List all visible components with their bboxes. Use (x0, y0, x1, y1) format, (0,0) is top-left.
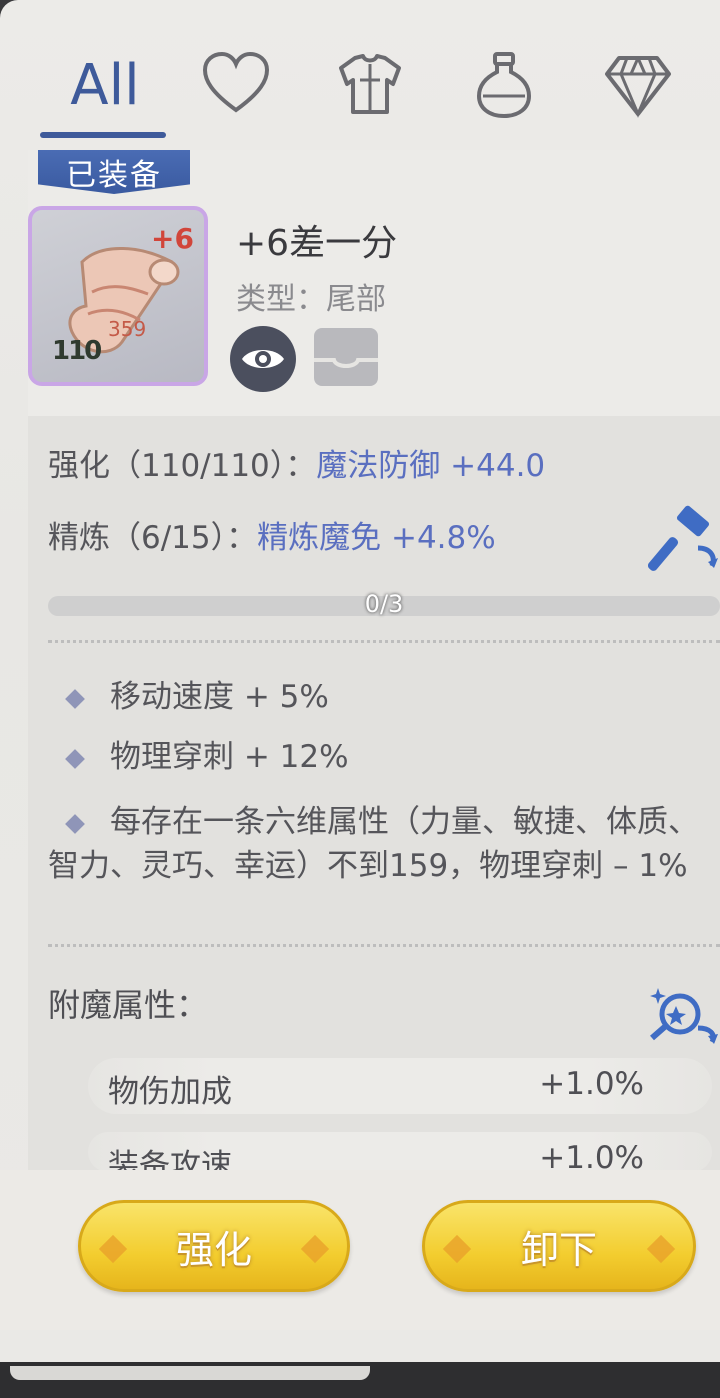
preview-button[interactable] (230, 326, 296, 392)
button-ornament (98, 1234, 128, 1264)
bottom-lip (10, 1366, 370, 1380)
eye-icon (242, 350, 284, 368)
enchant-row: 装备攻速 +1.0% (88, 1132, 712, 1172)
enchant-magic-icon[interactable] (646, 980, 720, 1046)
diamond-icon (605, 56, 671, 118)
effect-text: 移动速度 + 5% (110, 679, 329, 715)
strengthen-button[interactable]: 强化 (78, 1200, 350, 1292)
enchant-name: 装备攻速 (108, 1148, 232, 1172)
effect-item: 移动速度 + 5% (48, 674, 329, 720)
strengthen-stat: 强化（110/110）：魔法防御 +44.0 (48, 440, 545, 485)
strengthen-button-label: 强化 (175, 1227, 252, 1272)
button-ornament (646, 1234, 676, 1264)
enchant-value: +1.0% (539, 1066, 644, 1102)
enchant-name: 物伤加成 (108, 1074, 232, 1110)
enchant-row: 物伤加成 +1.0% (88, 1058, 712, 1114)
divider (48, 640, 720, 643)
item-type: 类型：尾部 (236, 282, 386, 317)
enchant-value: +1.0% (539, 1140, 644, 1172)
tab-all[interactable]: All (40, 40, 170, 130)
refine-progress-text: 0/3 (364, 590, 404, 618)
refine-hammer-icon[interactable] (648, 504, 720, 576)
enchant-title: 附魔属性： (48, 986, 209, 1024)
effect-item: 每存在一条六维属性（力量、敏捷、体质、智力、灵巧、幸运）不到159，物理穿刺 –… (48, 800, 716, 888)
unequip-button-label: 卸下 (520, 1227, 597, 1272)
armor-icon (339, 54, 401, 114)
tab-diamond[interactable] (600, 40, 676, 130)
effect-item: 物理穿刺 + 12% (48, 734, 349, 780)
refine-label: 精炼（6/15）： (48, 520, 258, 556)
tab-potion[interactable] (466, 40, 542, 130)
tab-heart[interactable] (198, 40, 274, 130)
tab-all-label: All (70, 52, 140, 118)
tab-bar: All (0, 0, 720, 140)
refine-progress-bar: 0/3 (48, 590, 720, 618)
svg-text:359: 359 (108, 317, 146, 341)
strengthen-value: 魔法防御 +44.0 (316, 448, 546, 484)
bullet-diamond-icon (65, 813, 85, 834)
refine-value: 精炼魔免 +4.8% (257, 520, 496, 556)
button-ornament (442, 1234, 472, 1264)
tab-armor[interactable] (332, 40, 408, 130)
strengthen-label: 强化（110/110）： (48, 448, 317, 484)
storage-box-icon[interactable] (312, 326, 380, 388)
unequip-button[interactable]: 卸下 (422, 1200, 696, 1292)
potion-icon (476, 52, 532, 119)
divider (48, 944, 720, 947)
item-enhance-level: +6 (151, 222, 194, 255)
item-slot[interactable]: 359 +6 110 (28, 206, 208, 386)
refine-stat: 精炼（6/15）：精炼魔免 +4.8% (48, 512, 496, 557)
item-name: +6差一分 (236, 223, 398, 264)
heart-icon (202, 51, 270, 113)
bullet-diamond-icon (65, 748, 85, 769)
item-level: 110 (52, 336, 102, 366)
button-ornament (300, 1234, 330, 1264)
effect-text: 每存在一条六维属性（力量、敏捷、体质、智力、灵巧、幸运）不到159，物理穿刺 –… (48, 804, 699, 884)
bullet-diamond-icon (65, 688, 85, 709)
tab-active-underline (40, 132, 166, 138)
effect-text: 物理穿刺 + 12% (110, 739, 349, 775)
